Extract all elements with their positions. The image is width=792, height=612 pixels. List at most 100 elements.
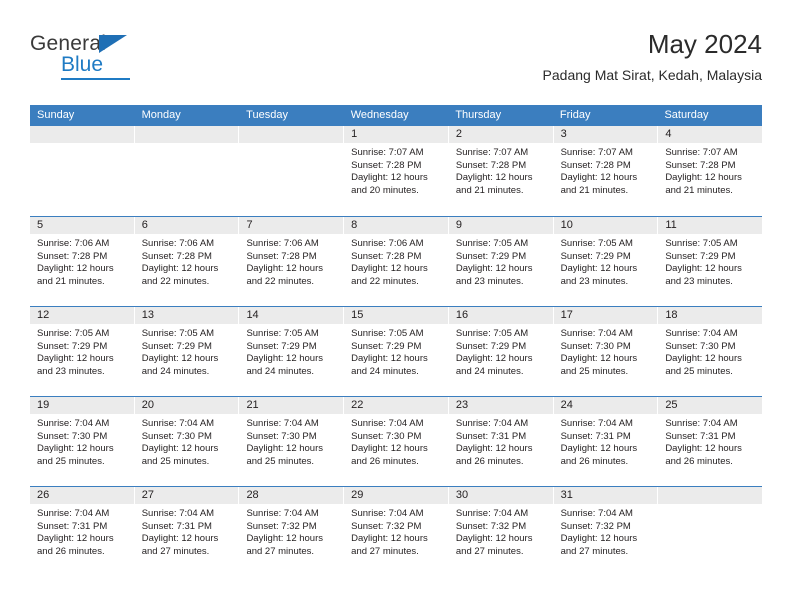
sunrise-line: Sunrise: 7:05 AM [246,328,319,339]
daylight-line-2: and 23 minutes. [560,275,629,287]
weekday-header-saturday: Saturday [664,109,709,121]
sunset-line: Sunset: 7:29 PM [246,340,317,352]
day-cell[interactable]: 31 Sunrise: 7:04 AM Sunset: 7:32 PM Dayligh… [553,487,659,576]
day-number: 11 [658,217,763,234]
day-number: 6 [134,217,239,234]
sunset-line: Sunset: 7:28 PM [351,159,422,171]
sunrise-line: Sunrise: 7:04 AM [665,418,738,429]
day-cell[interactable]: 1 Sunrise: 7:07 AM Sunset: 7:28 PM Daylight… [344,126,449,216]
day-cell[interactable]: 19 Sunrise: 7:04 AM Sunset: 7:30 PM Dayligh… [30,397,135,486]
day-number: 9 [448,217,553,234]
day-cell[interactable]: 7 Sunrise: 7:06 AM Sunset: 7:28 PM Daylight… [239,217,345,306]
sunset-line: Sunset: 7:28 PM [246,250,317,262]
daylight-line-2: and 25 minutes. [141,455,210,467]
day-cell[interactable]: 8 Sunrise: 7:06 AM Sunset: 7:28 PM Daylight… [344,217,449,306]
day-cell[interactable]: 2 Sunrise: 7:07 AM Sunset: 7:28 PM Daylight… [448,126,554,216]
day-cell[interactable]: 23 Sunrise: 7:04 AM Sunset: 7:31 PM Dayligh… [448,397,554,486]
day-cell[interactable]: 22 Sunrise: 7:04 AM Sunset: 7:30 PM Dayligh… [344,397,449,486]
day-cell[interactable]: 9 Sunrise: 7:05 AM Sunset: 7:29 PM Daylight… [448,217,554,306]
day-cell[interactable]: 20 Sunrise: 7:04 AM Sunset: 7:30 PM Dayligh… [134,397,240,486]
logo-underline [61,78,130,80]
day-cell[interactable]: 6 Sunrise: 7:06 AM Sunset: 7:28 PM Daylight… [134,217,240,306]
sunrise-line: Sunrise: 7:05 AM [455,238,529,249]
sunset-line: Sunset: 7:31 PM [560,430,631,442]
weekday-header-monday: Monday [141,109,181,121]
day-cell[interactable]: 13 Sunrise: 7:05 AM Sunset: 7:29 PM Dayligh… [134,307,240,396]
day-cell[interactable]: 10 Sunrise: 7:05 AM Sunset: 7:29 PM Dayligh… [553,217,659,306]
daylight-line-1: Daylight: 12 hours [246,353,324,365]
daylight-line-1: Daylight: 12 hours [455,443,533,455]
daylight-line-2: and 21 minutes. [665,184,733,196]
day-sun-info: Sunrise: 7:04 AM Sunset: 7:30 PM Daylight:… [135,414,239,468]
day-cell[interactable]: 16 Sunrise: 7:05 AM Sunset: 7:29 PM Dayligh… [448,307,554,396]
day-cell[interactable]: 5 Sunrise: 7:06 AM Sunset: 7:28 PM Daylight… [30,217,135,306]
sunrise-line: Sunrise: 7:04 AM [455,418,529,429]
day-number: 1 [344,126,448,143]
day-cell[interactable]: 12 Sunrise: 7:05 AM Sunset: 7:29 PM Dayligh… [30,307,135,396]
calendar-week-row: 12 Sunrise: 7:05 AM Sunset: 7:29 PM Dayligh… [30,306,763,396]
sunset-line: Sunset: 7:29 PM [37,340,108,352]
daylight-line-1: Daylight: 12 hours [560,443,638,455]
day-cell[interactable]: 18 Sunrise: 7:04 AM Sunset: 7:30 PM Dayligh… [658,307,763,396]
daylight-line-2: and 23 minutes. [455,275,524,287]
day-sun-info: Sunrise: 7:05 AM Sunset: 7:29 PM Daylight:… [30,324,134,378]
day-cell[interactable]: 27 Sunrise: 7:04 AM Sunset: 7:31 PM Dayligh… [134,487,240,576]
sunrise-line: Sunrise: 7:06 AM [246,238,319,249]
day-cell[interactable]: 28 Sunrise: 7:04 AM Sunset: 7:32 PM Dayligh… [239,487,345,576]
sunset-line: Sunset: 7:31 PM [665,430,736,442]
day-sun-info: Sunrise: 7:05 AM Sunset: 7:29 PM Daylight:… [554,234,658,288]
day-sun-info [135,143,239,147]
day-cell[interactable]: 3 Sunrise: 7:07 AM Sunset: 7:28 PM Daylight… [553,126,659,216]
day-cell[interactable]: 11 Sunrise: 7:05 AM Sunset: 7:29 PM Dayligh… [658,217,763,306]
daylight-line-2: and 23 minutes. [37,365,105,377]
day-cell[interactable]: 4 Sunrise: 7:07 AM Sunset: 7:28 PM Daylight… [658,126,763,216]
day-cell[interactable]: 21 Sunrise: 7:04 AM Sunset: 7:30 PM Dayligh… [239,397,345,486]
day-cell[interactable]: 30 Sunrise: 7:04 AM Sunset: 7:32 PM Dayligh… [448,487,554,576]
day-cell[interactable]: 17 Sunrise: 7:04 AM Sunset: 7:30 PM Dayligh… [553,307,659,396]
daylight-line-1: Daylight: 12 hours [560,172,638,184]
daylight-line-2: and 27 minutes. [351,545,419,557]
daylight-line-2: and 27 minutes. [455,545,524,557]
sunrise-line: Sunrise: 7:05 AM [560,238,633,249]
daylight-line-1: Daylight: 12 hours [560,263,638,275]
title-block: May 2024 Padang Mat Sirat, Kedah, Malays… [543,28,762,85]
sunrise-line: Sunrise: 7:05 AM [455,328,529,339]
sunrise-line: Sunrise: 7:06 AM [37,238,110,249]
daylight-line-1: Daylight: 12 hours [37,263,114,275]
day-cell[interactable]: 29 Sunrise: 7:04 AM Sunset: 7:32 PM Dayligh… [344,487,449,576]
sunset-line: Sunset: 7:29 PM [141,340,212,352]
day-cell[interactable]: 24 Sunrise: 7:04 AM Sunset: 7:31 PM Dayligh… [553,397,659,486]
sunrise-line: Sunrise: 7:05 AM [141,328,215,339]
day-sun-info: Sunrise: 7:07 AM Sunset: 7:28 PM Daylight:… [658,143,762,197]
day-cell[interactable]: 14 Sunrise: 7:05 AM Sunset: 7:29 PM Dayligh… [239,307,345,396]
day-number [134,126,239,143]
day-sun-info: Sunrise: 7:04 AM Sunset: 7:31 PM Daylight:… [554,414,658,468]
daylight-line-1: Daylight: 12 hours [141,353,219,365]
day-sun-info: Sunrise: 7:04 AM Sunset: 7:32 PM Daylight:… [449,504,553,558]
weekday-header-row: Sunday Monday Tuesday Wednesday Thursday Frid… [30,105,762,126]
day-cell[interactable]: 15 Sunrise: 7:05 AM Sunset: 7:29 PM Dayligh… [344,307,449,396]
daylight-line-1: Daylight: 12 hours [246,443,324,455]
sunset-line: Sunset: 7:31 PM [141,520,212,532]
day-sun-info: Sunrise: 7:06 AM Sunset: 7:28 PM Daylight:… [239,234,343,288]
daylight-line-1: Daylight: 12 hours [141,533,219,545]
day-sun-info: Sunrise: 7:06 AM Sunset: 7:28 PM Daylight:… [30,234,134,288]
sunset-line: Sunset: 7:29 PM [455,340,527,352]
day-sun-info: Sunrise: 7:07 AM Sunset: 7:28 PM Daylight:… [449,143,553,197]
daylight-line-2: and 21 minutes. [37,275,105,287]
day-number: 15 [344,307,448,324]
daylight-line-2: and 26 minutes. [37,545,105,557]
day-cell[interactable]: 25 Sunrise: 7:04 AM Sunset: 7:31 PM Dayligh… [658,397,763,486]
daylight-line-1: Daylight: 12 hours [351,353,428,365]
page-subtitle: Padang Mat Sirat, Kedah, Malaysia [542,67,762,83]
daylight-line-2: and 22 minutes. [351,275,419,287]
day-sun-info: Sunrise: 7:05 AM Sunset: 7:29 PM Daylight:… [239,324,343,378]
day-sun-info: Sunrise: 7:04 AM Sunset: 7:30 PM Daylight:… [30,414,134,468]
daylight-line-2: and 26 minutes. [351,455,419,467]
day-cell-empty [239,126,345,216]
daylight-line-2: and 25 minutes. [560,365,629,377]
sunset-line: Sunset: 7:28 PM [560,159,631,171]
daylight-line-2: and 21 minutes. [560,184,629,196]
day-cell[interactable]: 26 Sunrise: 7:04 AM Sunset: 7:31 PM Dayligh… [30,487,135,576]
sunset-line: Sunset: 7:28 PM [351,250,422,262]
